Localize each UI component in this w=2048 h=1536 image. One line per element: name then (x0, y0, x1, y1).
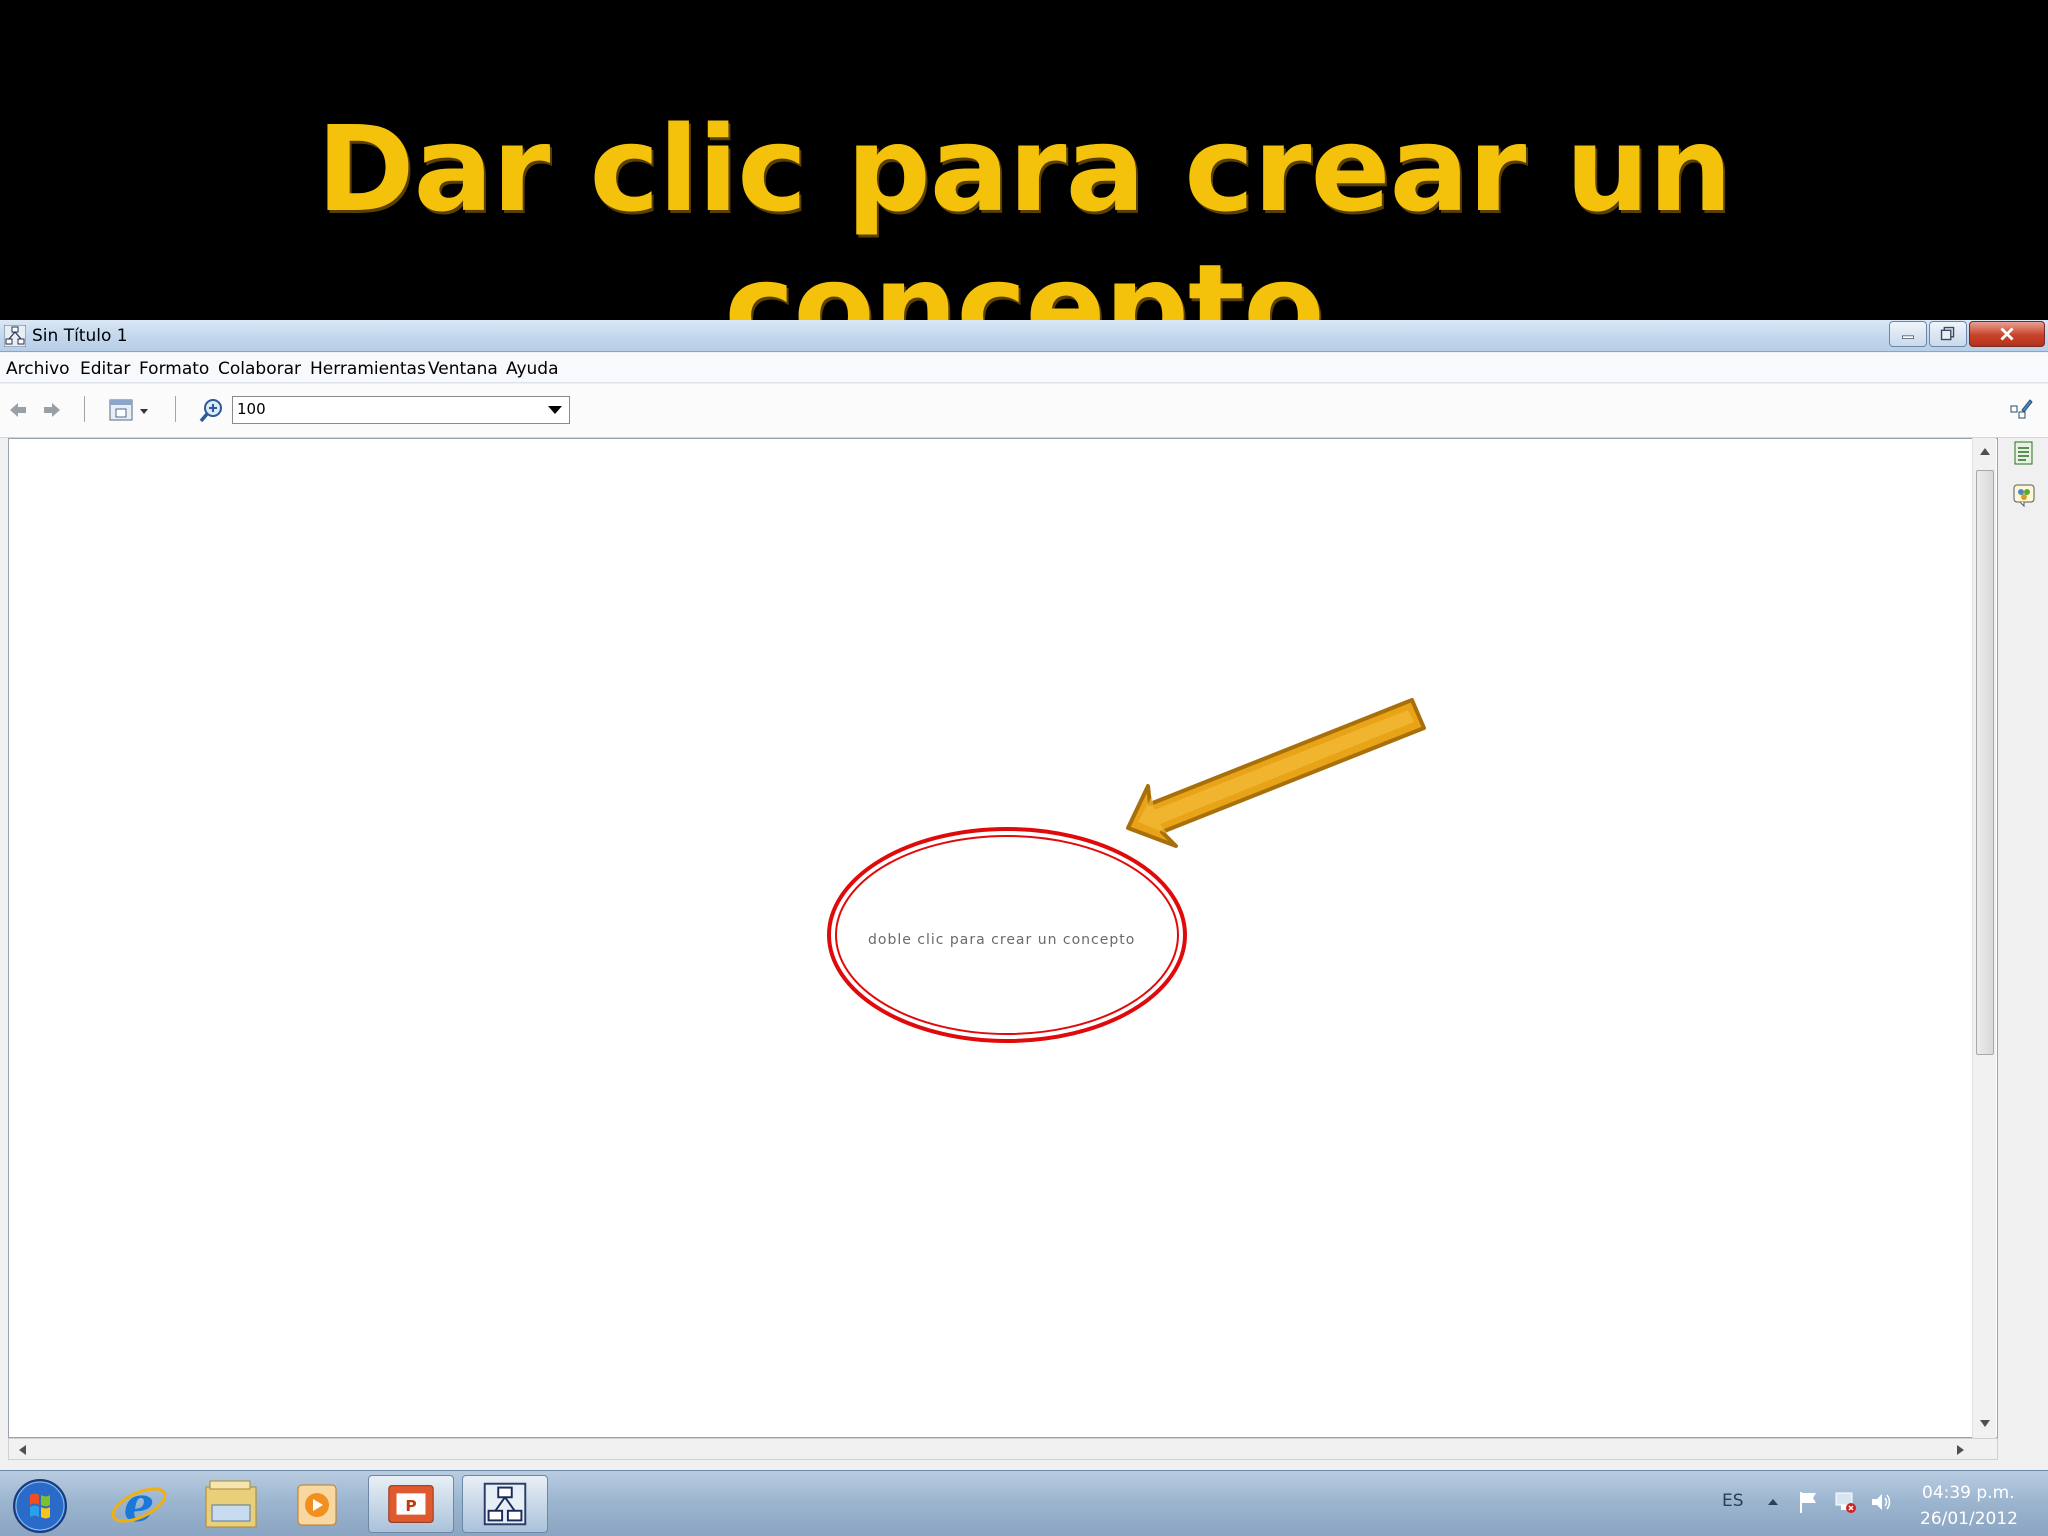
menu-colaborar[interactable]: Colaborar (218, 359, 301, 379)
restore-button[interactable] (1929, 321, 1967, 347)
back-arrow-icon[interactable] (8, 400, 28, 420)
window-title: Sin Título 1 (32, 326, 128, 346)
action-center-flag-icon[interactable] (1796, 1489, 1822, 1515)
tray-language[interactable]: ES (1722, 1491, 1744, 1511)
forward-arrow-icon[interactable] (42, 400, 62, 420)
side-panel (2002, 320, 2048, 1470)
horizontal-scrollbar[interactable] (8, 1438, 1998, 1460)
menu-bar: Archivo Editar Formato Colaborar Herrami… (0, 353, 2048, 383)
volume-icon[interactable] (1868, 1489, 1894, 1515)
concept-node-hint[interactable]: doble clic para crear un concepto (868, 932, 1135, 948)
toolbar-separator (175, 396, 176, 422)
scroll-right-icon[interactable] (1957, 1445, 1964, 1455)
menu-archivo[interactable]: Archivo (6, 359, 70, 379)
scroll-thumb[interactable] (1976, 470, 1994, 1055)
media-player-icon[interactable] (274, 1475, 360, 1533)
zoom-input[interactable]: 100 (232, 396, 570, 424)
windows-start-icon[interactable] (2, 1475, 68, 1533)
clock-time[interactable]: 04:39 p.m. (1922, 1483, 2015, 1503)
menu-ventana[interactable]: Ventana (428, 359, 498, 379)
internet-explorer-icon[interactable]: e (96, 1475, 182, 1533)
scroll-up-icon[interactable] (1980, 448, 1990, 455)
menu-formato[interactable]: Formato (139, 359, 209, 379)
notes-icon[interactable] (2012, 440, 2036, 466)
scroll-down-icon[interactable] (1980, 1420, 1990, 1427)
svg-text:e: e (124, 1477, 155, 1533)
clock-date[interactable]: 26/01/2012 (1920, 1509, 2018, 1529)
tray-expand-icon[interactable] (1766, 1495, 1780, 1509)
scroll-left-icon[interactable] (19, 1445, 26, 1455)
title-bar[interactable]: Sin Título 1 (0, 320, 2048, 352)
chevron-down-icon[interactable] (548, 406, 562, 414)
minimize-button[interactable] (1889, 321, 1927, 347)
slide-banner: Dar clic para crear un concepto (0, 0, 2048, 376)
svg-text:P: P (405, 1497, 416, 1515)
menu-herramientas[interactable]: Herramientas (310, 359, 426, 379)
cmap-icon[interactable] (462, 1475, 548, 1533)
powerpoint-icon[interactable]: P (368, 1475, 454, 1533)
view-switch-icon[interactable] (108, 398, 152, 424)
menu-ayuda[interactable]: Ayuda (506, 359, 559, 379)
cmap-icon[interactable] (4, 325, 26, 347)
app-window: Sin Título 1 Archivo Editar Formato Cola… (0, 320, 2048, 1470)
toolbar-separator (84, 396, 85, 422)
toolbar: 100 (0, 384, 2048, 438)
zoom-icon[interactable] (198, 397, 226, 425)
network-icon[interactable] (1832, 1489, 1858, 1515)
collaborate-icon[interactable] (2012, 482, 2036, 508)
vertical-scrollbar[interactable] (1972, 438, 1996, 1438)
folder-icon[interactable] (188, 1475, 274, 1533)
menu-editar[interactable]: Editar (80, 359, 130, 379)
taskbar: e P ES 04:39 p.m. 26/01/2012 (0, 1470, 2048, 1536)
